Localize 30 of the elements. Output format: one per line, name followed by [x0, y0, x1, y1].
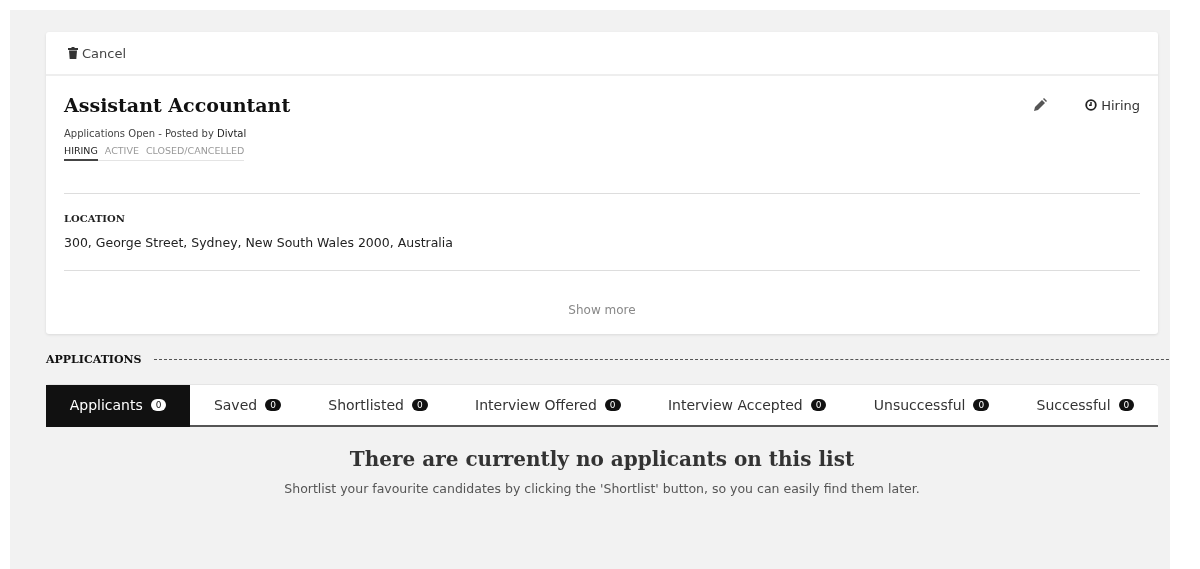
- list-tab[interactable]: Applicants 0: [46, 385, 191, 427]
- posting-info: Applications Open - Posted by Divtal: [64, 128, 248, 139]
- status-label: Hiring: [1085, 97, 1140, 113]
- cancel-button[interactable]: Cancel: [68, 45, 127, 61]
- count-badge: 0: [973, 399, 990, 411]
- status-step: HIRING: [64, 145, 98, 161]
- section-heading: APPLICATIONS: [46, 353, 142, 366]
- location-text: 300, George Street, Sydney, New South Wales 2000, Australia: [64, 235, 454, 250]
- section-heading: LOCATION: [64, 213, 126, 224]
- list-tab[interactable]: Interview Offered 0: [451, 385, 645, 427]
- count-badge: 0: [150, 399, 167, 411]
- trash-icon: [68, 47, 78, 59]
- status-step: CLOSED/CANCELLED: [145, 145, 245, 160]
- list-tab[interactable]: Successful 0: [1012, 385, 1158, 427]
- list-tab[interactable]: Shortlisted 0: [304, 385, 452, 427]
- list-tab[interactable]: Interview Accepted 0: [644, 385, 851, 427]
- count-badge: 0: [810, 399, 827, 411]
- job-title: Assistant Accountant: [64, 94, 291, 116]
- count-badge: 0: [604, 399, 621, 411]
- status-step: ACTIVE: [104, 145, 139, 160]
- count-badge: 0: [1118, 399, 1135, 411]
- show-more-link[interactable]: Show more: [568, 303, 636, 317]
- count-badge: 0: [411, 399, 428, 411]
- empty-state-title: There are currently no applicants on this list: [348, 447, 856, 471]
- pencil-icon[interactable]: [1033, 98, 1048, 112]
- empty-state-text: Shortlist your favourite candidates by clicking the 'Shortlist' button, so you can easily find them later.: [283, 481, 921, 496]
- count-badge: 0: [265, 399, 281, 411]
- clock-icon: [1085, 99, 1098, 111]
- list-tab[interactable]: Saved 0: [190, 385, 305, 427]
- list-tab[interactable]: Unsuccessful 0: [850, 385, 1013, 427]
